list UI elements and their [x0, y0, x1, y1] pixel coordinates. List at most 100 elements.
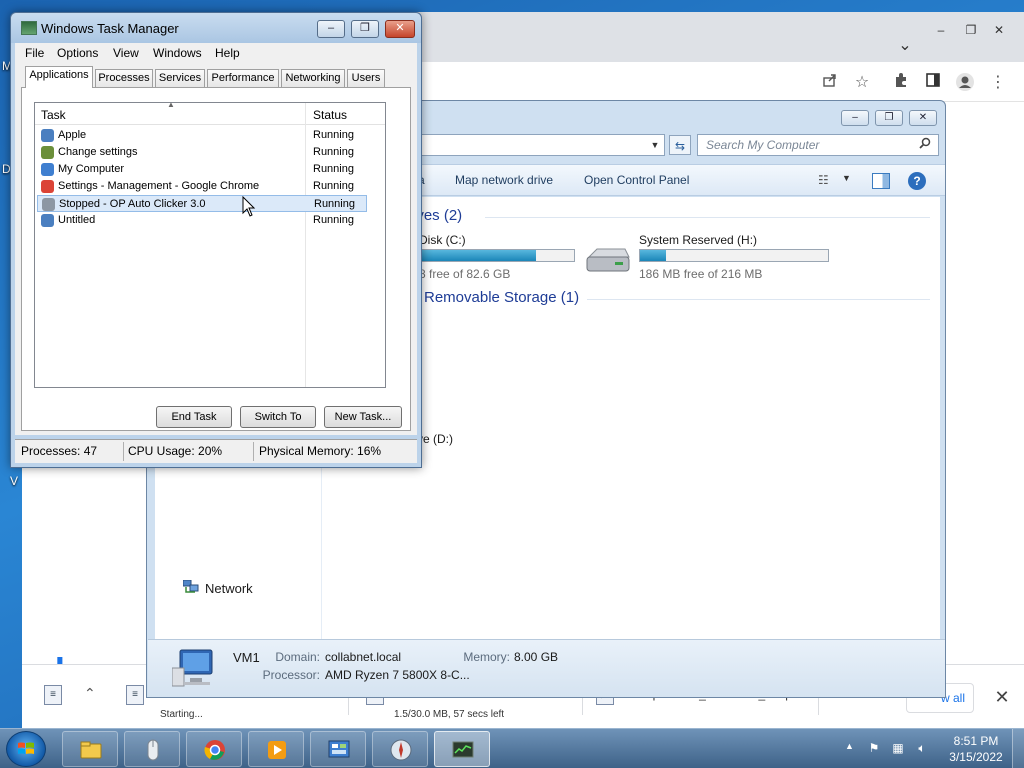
minimize-button[interactable]: – — [317, 20, 345, 38]
network-icon[interactable]: ▦ — [890, 740, 906, 756]
task-manager-icon — [452, 741, 474, 758]
star-icon[interactable]: ☆ — [851, 72, 873, 94]
sidepanel-icon[interactable] — [922, 72, 944, 94]
taskbar-button-media-player[interactable] — [248, 731, 304, 767]
task-row[interactable]: Apple Running — [37, 127, 367, 144]
dropdown-arrow-icon[interactable]: ▼ — [647, 137, 663, 153]
drive-h[interactable]: System Reserved (H:) 186 MB free of 216 … — [639, 233, 839, 281]
tab-processes[interactable]: Processes — [95, 69, 153, 87]
domain-label: Domain: — [275, 650, 320, 664]
tab-networking[interactable]: Networking — [281, 69, 345, 87]
map-network-drive-button[interactable]: Map network drive — [455, 173, 553, 187]
share-icon[interactable] — [819, 72, 841, 94]
desktop-icon-label-3[interactable]: V — [10, 474, 18, 488]
chrome-close-button[interactable]: ✕ — [988, 22, 1010, 38]
change-view-icon[interactable]: ☷ — [818, 173, 834, 187]
maximize-button[interactable]: ❐ — [351, 20, 379, 38]
task-row[interactable]: Stopped - OP Auto Clicker 3.0 Running — [37, 195, 367, 212]
taskbar-button-compass[interactable] — [372, 731, 428, 767]
tab-users[interactable]: Users — [347, 69, 385, 87]
start-button[interactable] — [6, 731, 46, 767]
column-header-task[interactable]: Task — [41, 108, 66, 122]
chevron-down-icon[interactable]: ▼ — [842, 173, 851, 183]
physical-memory: Physical Memory: 16% — [259, 444, 382, 458]
new-task-button[interactable]: New Task... — [324, 406, 402, 428]
download-item[interactable]: ≡ ⌃ — [40, 675, 100, 719]
menu-file[interactable]: File — [25, 46, 44, 60]
explorer-close-button[interactable]: ✕ — [909, 110, 937, 126]
drive-c[interactable]: Disk (C:) 8 free of 82.6 GB — [413, 233, 583, 281]
settings-icon — [41, 146, 54, 159]
mouse-app-icon — [147, 739, 159, 761]
column-header-status[interactable]: Status — [313, 108, 347, 122]
address-bar[interactable] — [413, 134, 665, 156]
drive-usage-bar — [639, 249, 829, 262]
switch-to-button[interactable]: Switch To — [240, 406, 316, 428]
search-input[interactable]: Search My Computer — [697, 134, 939, 156]
memory-label: Memory: — [463, 650, 510, 664]
task-row[interactable]: Change settings Running — [37, 144, 367, 161]
taskbar-button-chrome[interactable] — [186, 731, 242, 767]
extensions-icon[interactable] — [890, 72, 912, 94]
computer-icon — [41, 163, 54, 176]
taskbar-button-mouse-app[interactable] — [124, 731, 180, 767]
show-desktop-button[interactable] — [1012, 729, 1024, 768]
task-name: Change settings — [58, 146, 138, 158]
group-header-removable-storage[interactable]: Removable Storage (1) — [424, 289, 579, 306]
task-row[interactable]: My Computer Running — [37, 161, 367, 178]
tab-search-chevron-icon[interactable]: ⌄ — [894, 38, 916, 54]
tab-services[interactable]: Services — [155, 69, 205, 87]
end-task-button[interactable]: End Task — [156, 406, 232, 428]
divider — [123, 442, 124, 461]
taskbar-button-task-manager[interactable] — [434, 731, 490, 767]
explorer-folder-icon — [80, 741, 102, 759]
menu-windows[interactable]: Windows — [153, 46, 202, 60]
close-button[interactable]: ✕ — [385, 20, 415, 38]
help-icon[interactable]: ? — [908, 172, 926, 190]
open-control-panel-button[interactable]: Open Control Panel — [584, 173, 689, 187]
volume-icon[interactable]: 🔈︎ — [914, 740, 930, 756]
compass-icon — [390, 739, 412, 761]
drive-label: System Reserved (H:) — [639, 233, 758, 247]
explorer-maximize-button[interactable]: ❐ — [875, 110, 903, 126]
menu-help[interactable]: Help — [215, 46, 240, 60]
chrome-minimize-button[interactable]: – — [930, 22, 952, 38]
show-hidden-icons-button[interactable]: ▲ — [845, 741, 854, 751]
task-list[interactable]: ▲ Task Status Apple Running Change setting… — [34, 100, 386, 388]
task-status: Running — [314, 198, 355, 210]
refresh-icon[interactable]: ⇆ — [669, 135, 691, 155]
window-title: Windows Task Manager — [41, 21, 179, 36]
menu-view[interactable]: View — [113, 46, 139, 60]
nav-item-label: Network — [205, 581, 253, 596]
chevron-up-icon[interactable]: ⌃ — [84, 685, 96, 702]
search-icon[interactable] — [917, 137, 933, 153]
task-manager-icon — [21, 21, 37, 35]
taskbar-button-explorer-folder[interactable] — [62, 731, 118, 767]
drive-d[interactable]: ve (D:) — [417, 432, 453, 446]
action-center-flag-icon[interactable]: ⚑ — [866, 740, 882, 756]
profile-icon[interactable] — [954, 72, 976, 94]
menu-icon[interactable]: ⋮ — [987, 72, 1009, 94]
task-name: Settings - Management - Google Chrome — [58, 180, 260, 192]
taskbar-button-control-panel[interactable] — [310, 731, 366, 767]
task-row[interactable]: Untitled Running — [37, 212, 367, 229]
close-icon[interactable]: ✕ — [992, 685, 1012, 709]
explorer-minimize-button[interactable]: – — [841, 110, 869, 126]
drive-free-space: 8 free of 82.6 GB — [419, 267, 511, 281]
task-status: Running — [313, 129, 354, 141]
tab-performance[interactable]: Performance — [207, 69, 279, 87]
memory-value: 8.00 GB — [514, 650, 559, 664]
hard-drive-icon — [585, 245, 631, 275]
task-status: Running — [313, 146, 354, 158]
clock-date[interactable]: 3/15/2022 — [944, 750, 1008, 764]
drive-free-space: 186 MB free of 216 MB — [639, 267, 763, 281]
chrome-maximize-button[interactable]: ❐ — [960, 22, 982, 38]
clock-time[interactable]: 8:51 PM — [948, 734, 1004, 748]
task-name: Apple — [58, 129, 87, 141]
task-row[interactable]: Settings - Management - Google Chrome Run… — [37, 178, 367, 195]
preview-pane-icon[interactable] — [872, 173, 890, 189]
task-manager-titlebar[interactable]: Windows Task Manager – ❐ ✕ — [11, 13, 421, 43]
list-header: ▲ Task Status — [35, 100, 385, 125]
tab-applications[interactable]: Applications — [25, 66, 93, 88]
menu-options[interactable]: Options — [57, 46, 98, 60]
